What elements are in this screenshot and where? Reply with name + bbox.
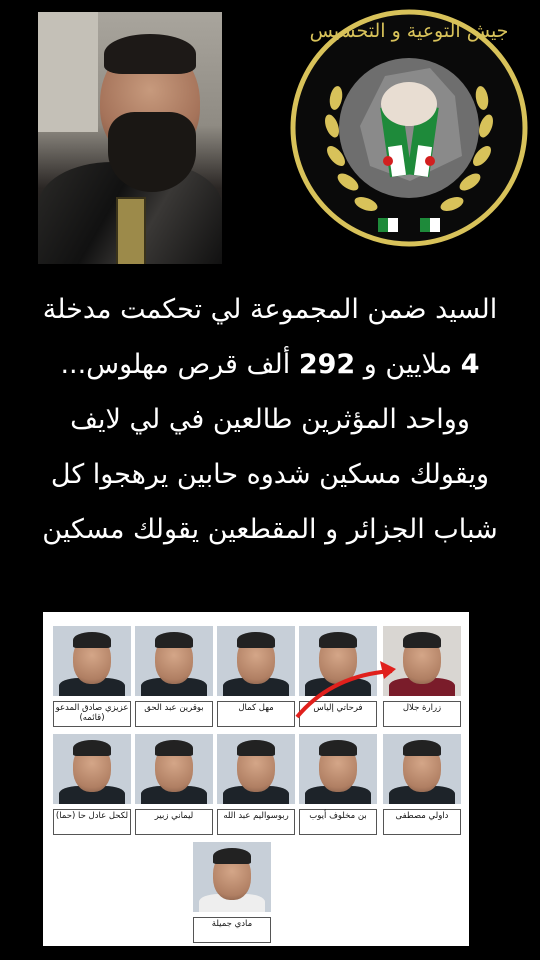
suspect-photo [299, 734, 377, 804]
portrait-beard [108, 112, 196, 192]
suspect-name: ليماني زبير [135, 809, 213, 835]
suspect-name: مهل كمال [217, 701, 295, 727]
suspect-name: لكحل عادل حا (حما) [53, 809, 131, 835]
pill-count-thousands: 292 [298, 349, 356, 380]
portrait-robe-trim [116, 197, 146, 264]
suspect-photo [383, 734, 461, 804]
suspect-name: بن مخلوف أيوب [299, 809, 377, 835]
suspect-photo [193, 842, 271, 912]
headline-line-2-suffix: ألف قرص مهلوس... [60, 349, 299, 380]
suspect-card: لكحل عادل حا (حما) [53, 734, 131, 835]
pill-count-millions: 4 [460, 349, 480, 380]
suspect-name: بوقرين عبد الحق [135, 701, 213, 727]
suspect-card: بوقرين عبد الحق [135, 626, 213, 727]
headline-line-4: ويقولك مسكين شدوه حابين يرهجوا كل [50, 459, 490, 490]
suspect-name: ربوسواليم عبد الله [217, 809, 295, 835]
suspect-card: مهل كمال [217, 626, 295, 727]
headline-line-1: السيد ضمن المجموعة لي تحكمت مدخلة [42, 294, 498, 325]
suspect-card: ربوسواليم عبد الله [217, 734, 295, 835]
headline-line-5: شباب الجزائر و المقطعين يقولك مسكين [42, 514, 498, 545]
suspect-photo [53, 626, 131, 696]
suspect-card: ليماني زبير [135, 734, 213, 835]
awareness-army-logo [290, 9, 528, 247]
suspect-card: بن مخلوف أيوب [299, 734, 377, 835]
suspect-card: عزيزي صادق المدعو (قائمه) [53, 626, 131, 727]
headline-text: السيد ضمن المجموعة لي تحكمت مدخلة 4 ملاي… [30, 282, 510, 557]
suspect-photo [217, 734, 295, 804]
suspect-name: داولي مصطفى [383, 809, 461, 835]
portrait-photo [38, 12, 222, 264]
red-arrow-icon [295, 661, 396, 719]
suspect-photo [217, 626, 295, 696]
headline-line-2-mid: ملايين و [355, 349, 461, 380]
portrait-wall [38, 12, 98, 132]
suspect-card: مادي جميلة [193, 842, 271, 943]
headline-line-3: وواحد المؤثرين طالعين في لي لايف [70, 404, 470, 435]
emblem-title: جيش التوعية و التحسيس [309, 20, 509, 42]
headline-line-2: 4 ملايين و 292 ألف قرص مهلوس... [30, 337, 510, 392]
suspect-photo [135, 734, 213, 804]
suspect-name: عزيزي صادق المدعو (قائمه) [53, 701, 131, 727]
suspect-photo [53, 734, 131, 804]
suspect-card: داولي مصطفى [383, 734, 461, 835]
portrait-hair [104, 34, 196, 74]
suspect-name: مادي جميلة [193, 917, 271, 943]
suspect-photo [135, 626, 213, 696]
